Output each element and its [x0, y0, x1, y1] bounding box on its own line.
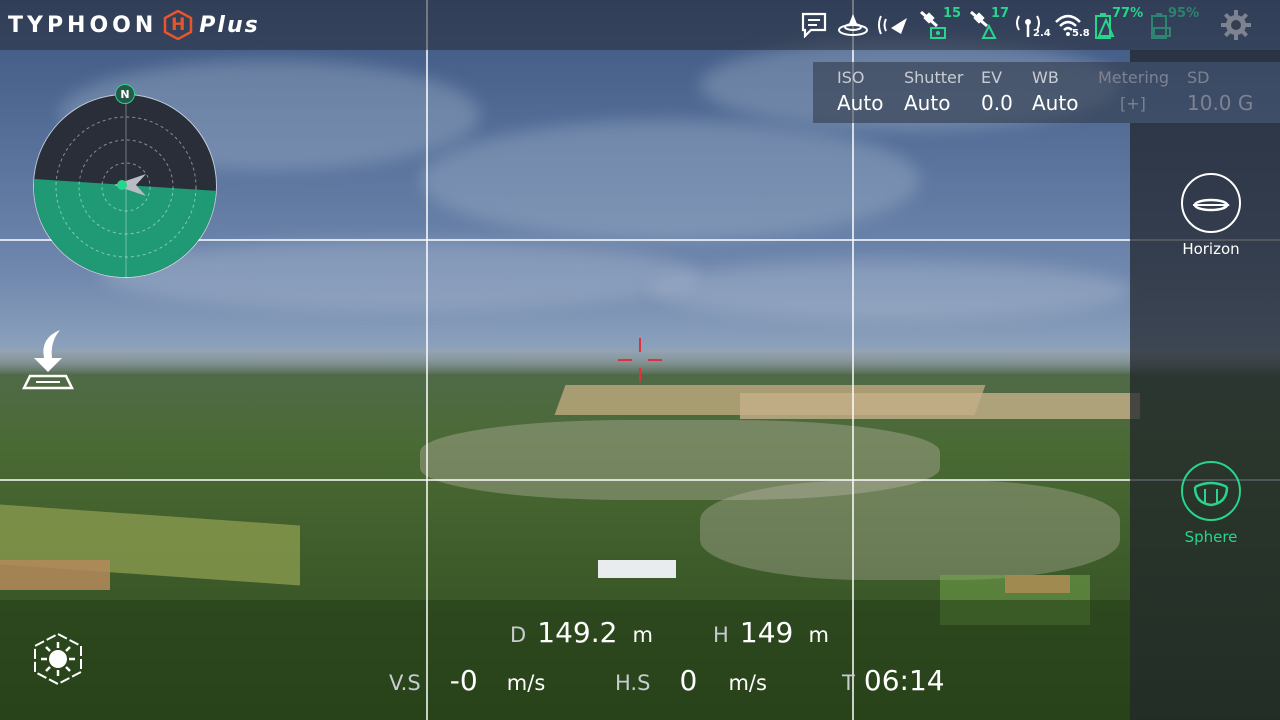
iso-setting[interactable]: ISO Auto: [837, 68, 883, 115]
logo-brand: TYPHOON: [8, 12, 158, 38]
camera-mode-button[interactable]: [32, 632, 84, 686]
right-panel-top: [1130, 50, 1280, 62]
horizon-icon: [1193, 198, 1230, 212]
sd-setting[interactable]: SD 10.0 G: [1187, 68, 1253, 115]
height-readout: H 149 m: [713, 616, 829, 649]
top-status-bar: TYPHOON H Plus 15 17 2.4 5.8 77% 95%: [0, 0, 1280, 50]
vertical-speed-readout: V.S -0 m/s: [389, 664, 546, 697]
gps-satellite-controller-icon: 17: [967, 6, 1010, 42]
crosshair-icon: [618, 338, 662, 382]
wifi-band-label: 5.8: [1072, 28, 1090, 39]
camera-settings-panel[interactable]: ISO Auto Shutter Auto EV 0.0 WB Auto Met…: [813, 62, 1280, 123]
sphere-mode-button[interactable]: [1181, 461, 1241, 521]
ev-setting[interactable]: EV 0.0: [981, 68, 1013, 115]
antenna-icon: 2.4: [1014, 8, 1052, 42]
gps-drone-count: 15: [943, 6, 962, 21]
drone-battery-level: 95%: [1168, 6, 1200, 21]
distance-readout: D 149.2 m: [510, 616, 653, 649]
gps-controller-count: 17: [991, 6, 1010, 21]
hexagon-aperture-icon: [34, 632, 82, 686]
grid-line-v1: [426, 0, 428, 720]
app-logo: TYPHOON H Plus: [8, 9, 260, 41]
return-home-button[interactable]: [21, 328, 75, 392]
metering-setting[interactable]: Metering [+]: [1098, 68, 1169, 113]
drone-battery-icon: 95%: [1150, 6, 1202, 42]
message-icon[interactable]: [800, 8, 828, 42]
shutter-setting[interactable]: Shutter Auto: [904, 68, 963, 115]
controller-battery-level: 77%: [1112, 6, 1144, 21]
controller-battery-icon: 77%: [1094, 6, 1144, 42]
signal-bars-icon: [877, 8, 911, 42]
ground-station-icon: [837, 8, 869, 42]
return-home-icon: [21, 330, 75, 390]
gps-satellite-drone-icon: 15: [917, 6, 962, 42]
logo-plus: Plus: [199, 12, 260, 38]
grid-line-h2: [0, 479, 1280, 481]
logo-h-badge: H: [163, 10, 193, 40]
horizon-label: Horizon: [1182, 240, 1240, 258]
horizontal-speed-readout: H.S 0 m/s: [615, 664, 767, 697]
rc-band-label: 2.4: [1033, 28, 1051, 39]
drone-heading-icon: [112, 172, 148, 202]
wifi-icon: 5.8: [1054, 8, 1092, 42]
wb-setting[interactable]: WB Auto: [1032, 68, 1078, 115]
settings-gear-icon[interactable]: [1221, 8, 1251, 42]
flight-time-readout: T 06:14: [842, 664, 945, 697]
sphere-label: Sphere: [1184, 528, 1238, 546]
compass-north-marker: N: [115, 84, 135, 104]
sphere-icon: [1193, 481, 1229, 507]
horizon-mode-button[interactable]: [1181, 173, 1241, 233]
